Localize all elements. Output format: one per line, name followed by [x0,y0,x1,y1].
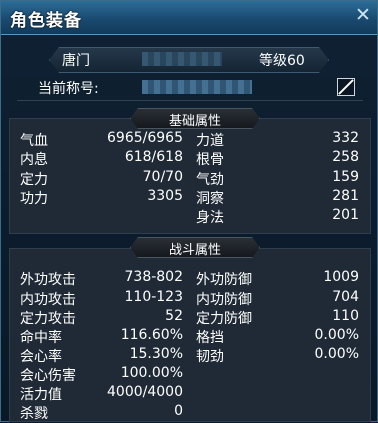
close-icon[interactable]: ✕ [354,6,372,25]
stat-label: 内功攻击 [20,292,76,308]
stat-value: 6965/6965 [107,130,183,146]
stat-label: 根骨 [196,152,224,168]
stat-value: 3305 [147,188,183,204]
sect-label: 唐门 [62,53,90,69]
divider [17,100,363,101]
stat-value: 0.00% [314,327,359,343]
stat-label: 外功防御 [196,272,252,288]
stat-value: 159 [332,169,359,185]
stat-label: 力道 [196,133,224,149]
window-title: 角色装备 [10,11,82,31]
combat-attributes-title: 战斗属性 [168,243,221,258]
stat-value: 15.30% [129,346,183,362]
stat-label: 内息 [20,152,48,168]
combat-attributes-header: 战斗属性 [130,237,260,258]
character-name-redacted [142,52,222,66]
stat-value: 738-802 [124,269,184,285]
basic-attributes-header: 基础属性 [130,108,260,129]
stat-label: 韧劲 [196,349,224,365]
stat-label: 身法 [196,210,224,226]
stat-value: 70/70 [142,169,183,185]
stat-label: 内功防御 [196,292,252,308]
stat-value: 52 [165,308,183,324]
stat-label: 功力 [20,191,48,207]
stat-label: 会心伤害 [20,368,76,384]
level-label: 等级60 [259,53,305,69]
stat-label: 定力防御 [196,311,252,327]
stat-label: 会心率 [20,349,62,365]
stat-value: 618/618 [124,149,183,165]
stat-value: 100.00% [120,365,183,381]
character-equipment-window: 角色装备 ✕ 唐门 等级60 当前称号: 基础属性 气血 6965/6965 内… [0,0,378,422]
stat-value: 704 [332,289,359,305]
stat-value: 0.00% [314,346,359,362]
current-title-label: 当前称号: [38,81,99,97]
stat-value: 258 [332,149,359,165]
stat-value: 201 [332,207,359,223]
stat-value: 4000/4000 [107,384,183,400]
stat-value: 110-123 [124,289,184,305]
stat-label: 外功攻击 [20,272,76,288]
stat-label: 杀戮 [20,406,48,422]
stat-label: 气劲 [196,172,224,188]
stat-value: 1009 [323,269,359,285]
stat-value: 110 [332,308,359,324]
stat-label: 定力攻击 [20,311,76,327]
stat-value: 0 [174,403,183,419]
edit-title-icon[interactable] [337,78,355,96]
stat-value: 116.60% [120,327,183,343]
stat-value: 281 [332,188,359,204]
title-bar[interactable]: 角色装备 ✕ [1,1,377,35]
stat-label: 活力值 [20,387,62,403]
stat-label: 定力 [20,172,48,188]
stat-label: 格挡 [196,330,224,346]
current-title-redacted [142,80,252,94]
stat-label: 命中率 [20,330,62,346]
stat-label: 洞察 [196,191,224,207]
stat-label: 气血 [20,133,48,149]
stat-value: 332 [332,130,359,146]
basic-attributes-title: 基础属性 [168,114,221,129]
